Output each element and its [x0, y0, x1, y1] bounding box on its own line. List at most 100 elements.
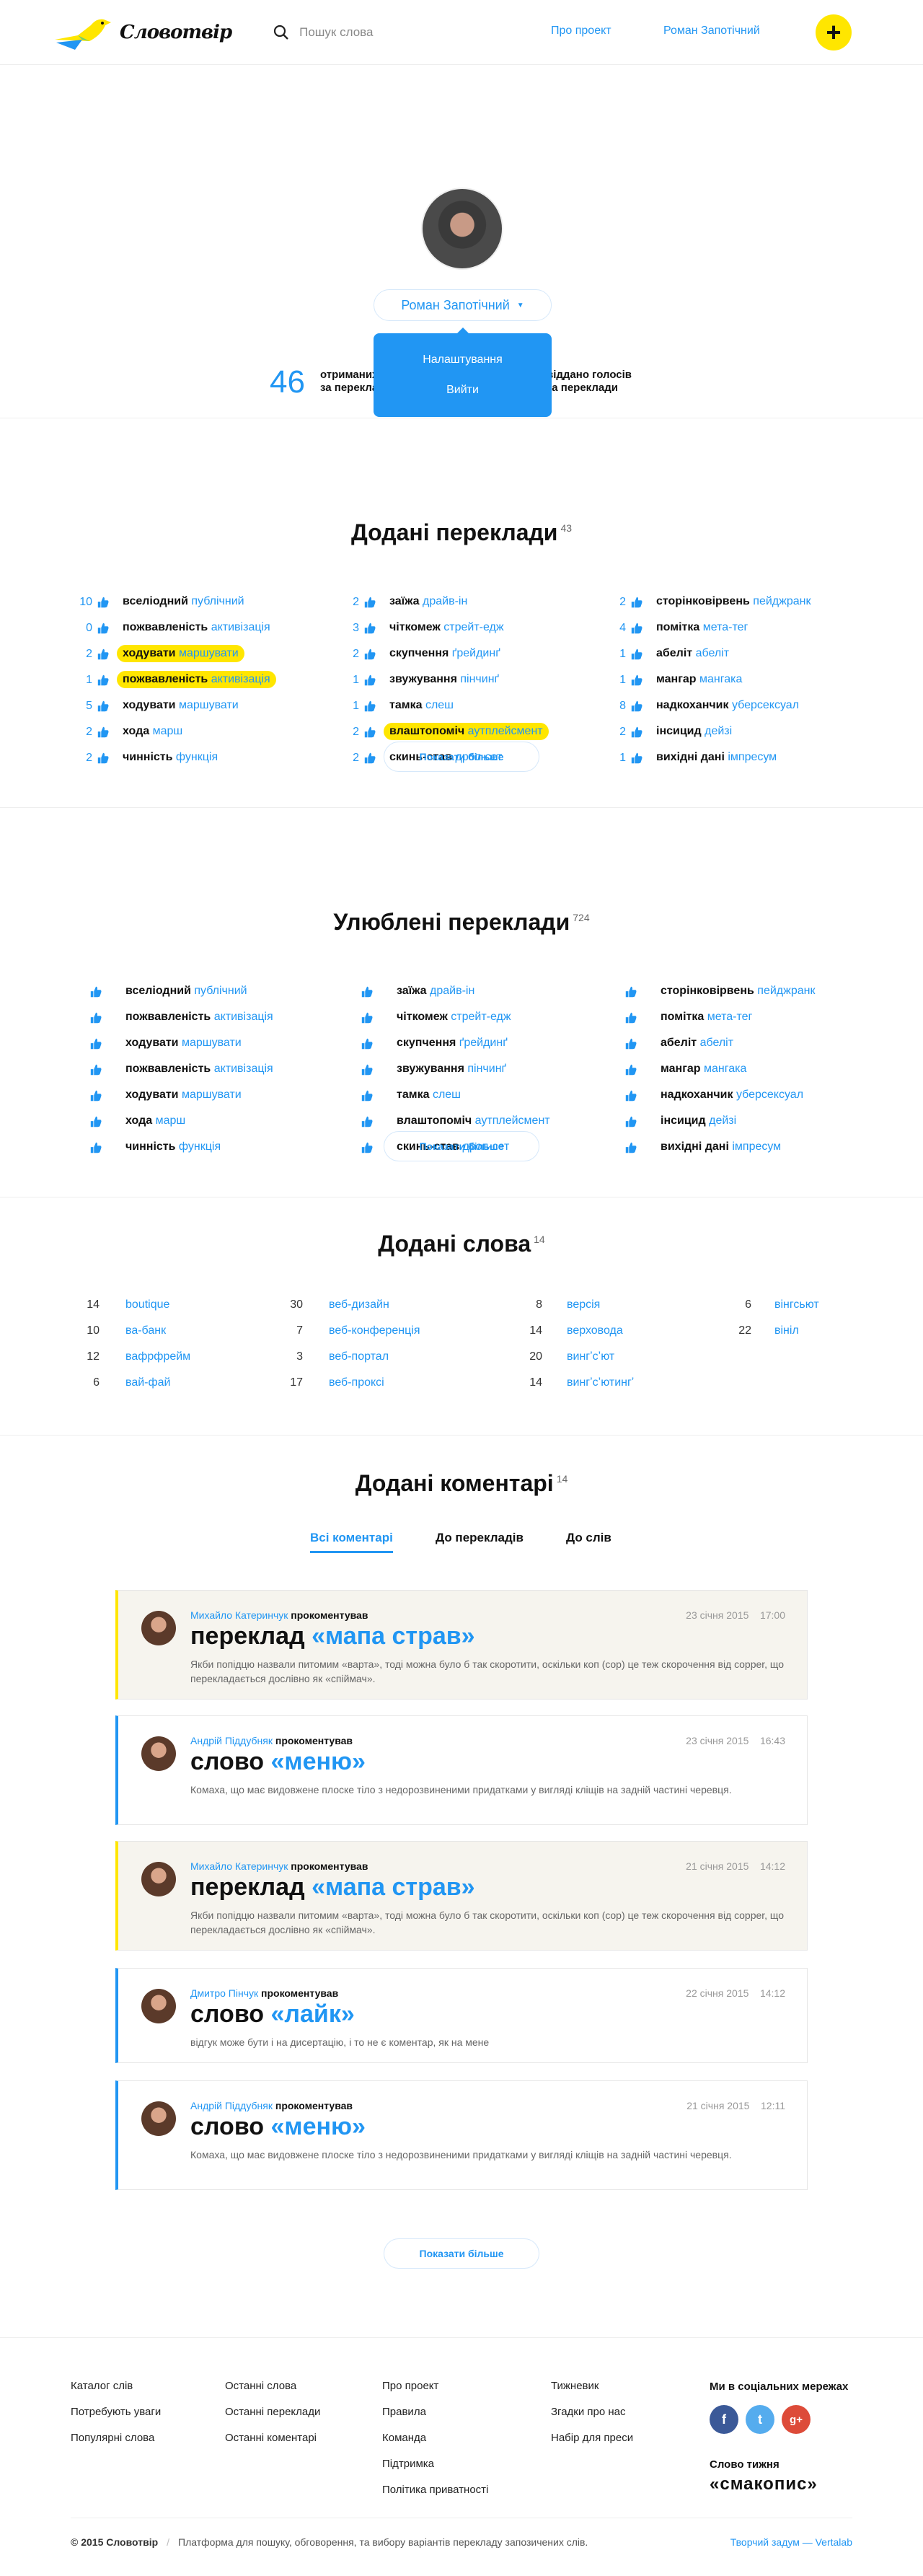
translation-pair[interactable]: ходувати маршувати — [120, 1034, 247, 1052]
thumb-up-icon[interactable] — [363, 622, 376, 635]
user-dropdown-button[interactable]: Роман Запотічний ▼ — [374, 289, 552, 321]
thumb-up-icon[interactable] — [630, 622, 643, 635]
show-more-button[interactable]: Показати більше — [384, 742, 539, 772]
thumb-up-icon[interactable] — [89, 1011, 102, 1024]
show-more-comments-button[interactable]: Показати більше — [384, 2238, 539, 2269]
comment-card[interactable]: Михайло Катеринчук прокоментував 23 січн… — [115, 1590, 808, 1700]
translation-pair[interactable]: звужування пінчинґ — [391, 1060, 512, 1078]
footer-link[interactable]: Каталог слів — [71, 2373, 161, 2399]
nav-user[interactable]: Роман Запотічний — [663, 25, 760, 38]
translation-pair[interactable]: сторінковірвень пейджранк — [655, 983, 821, 1000]
translation-pair[interactable]: ходувати маршувати — [120, 1086, 247, 1104]
footer-link[interactable]: Останні переклади — [225, 2399, 320, 2425]
translation-pair[interactable]: влаштопоміч аутплейсмент — [391, 1112, 556, 1130]
word-link[interactable]: вингʼсʼютингʼ — [567, 1376, 634, 1389]
thumb-up-icon[interactable] — [630, 596, 643, 609]
comment-card[interactable]: Дмитро Пінчук прокоментував 22 січня 201… — [115, 1968, 808, 2063]
thumb-up-icon[interactable] — [89, 1037, 102, 1050]
thumb-up-icon[interactable] — [624, 985, 637, 998]
search-input[interactable] — [299, 25, 487, 40]
thumb-up-icon[interactable] — [89, 1063, 102, 1076]
author-link[interactable]: Андрій Піддубняк — [190, 2100, 273, 2111]
footer-link[interactable]: Правила — [382, 2399, 488, 2425]
translation-pair[interactable]: вселіодний публічний — [120, 983, 253, 1000]
word-link[interactable]: веб-дизайн — [329, 1298, 389, 1311]
comment-subject[interactable]: слово «меню» — [190, 1748, 366, 1776]
thumb-up-icon[interactable] — [363, 674, 376, 687]
thumb-up-icon[interactable] — [363, 648, 376, 661]
menu-logout[interactable]: Вийти — [374, 384, 552, 397]
translation-pair[interactable]: пожвавленість активізація — [117, 619, 276, 636]
thumb-up-icon[interactable] — [97, 622, 110, 635]
word-link[interactable]: вафрфрейм — [125, 1350, 190, 1363]
footer-link[interactable]: Політика приватності — [382, 2477, 488, 2503]
thumb-up-icon[interactable] — [97, 648, 110, 661]
word-link[interactable]: верховода — [567, 1324, 623, 1337]
thumb-up-icon[interactable] — [624, 1063, 637, 1076]
thumb-up-icon[interactable] — [89, 985, 102, 998]
footer-link[interactable]: Про проект — [382, 2373, 488, 2399]
nav-about[interactable]: Про проект — [551, 25, 611, 38]
footer-link[interactable]: Останні слова — [225, 2373, 320, 2399]
translation-pair[interactable]: ходувати маршувати — [117, 645, 244, 662]
translation-pair[interactable]: чіткомеж стрейт-едж — [384, 619, 510, 636]
thumb-up-icon[interactable] — [363, 596, 376, 609]
thumb-up-icon[interactable] — [363, 700, 376, 713]
thumb-up-icon[interactable] — [630, 674, 643, 687]
thumb-up-icon[interactable] — [97, 674, 110, 687]
thumb-up-icon[interactable] — [630, 700, 643, 713]
thumb-up-icon[interactable] — [361, 985, 374, 998]
translation-pair[interactable]: сторінковірвень пейджранк — [650, 593, 816, 610]
word-link[interactable]: вай-фай — [125, 1376, 170, 1389]
translation-pair[interactable]: ходувати маршувати — [117, 697, 244, 714]
thumb-up-icon[interactable] — [630, 752, 643, 765]
translation-pair[interactable]: тамка слеш — [391, 1086, 467, 1104]
facebook-icon[interactable]: f — [710, 2405, 738, 2434]
translation-pair[interactable]: мангар мангака — [650, 671, 748, 688]
menu-settings[interactable]: Налаштування — [374, 353, 552, 366]
tab-word-comments[interactable]: До слів — [566, 1531, 611, 1551]
thumb-up-icon[interactable] — [624, 1141, 637, 1154]
translation-pair[interactable]: помітка мета-тег — [655, 1008, 758, 1026]
thumb-up-icon[interactable] — [361, 1063, 374, 1076]
twitter-icon[interactable]: t — [746, 2405, 774, 2434]
comment-card[interactable]: Михайло Катеринчук прокоментував 21 січн… — [115, 1841, 808, 1951]
comment-card[interactable]: Андрій Піддубняк прокоментував 23 січня … — [115, 1715, 808, 1825]
thumb-up-icon[interactable] — [624, 1115, 637, 1128]
word-link[interactable]: вінгсьют — [774, 1298, 819, 1311]
thumb-up-icon[interactable] — [630, 648, 643, 661]
translation-pair[interactable]: надкоханчик уберсексуал — [650, 697, 805, 714]
translation-pair[interactable]: чіткомеж стрейт-едж — [391, 1008, 517, 1026]
thumb-up-icon[interactable] — [97, 700, 110, 713]
google-plus-icon[interactable]: g+ — [782, 2405, 811, 2434]
thumb-up-icon[interactable] — [97, 752, 110, 765]
translation-pair[interactable]: заїжа драйв-ін — [384, 593, 473, 610]
thumb-up-icon[interactable] — [97, 596, 110, 609]
thumb-up-icon[interactable] — [624, 1011, 637, 1024]
thumb-up-icon[interactable] — [89, 1141, 102, 1154]
translation-pair[interactable]: мангар мангака — [655, 1060, 752, 1078]
footer-link[interactable]: Команда — [382, 2425, 488, 2451]
translation-pair[interactable]: чинність функція — [117, 749, 224, 766]
translation-pair[interactable]: абеліт абеліт — [650, 645, 735, 662]
footer-link[interactable]: Згадки про нас — [551, 2399, 633, 2425]
word-week[interactable]: «смакопис» — [710, 2474, 818, 2494]
word-link[interactable]: вингʼсʼют — [567, 1350, 614, 1363]
comment-subject[interactable]: переклад «мапа страв» — [190, 1622, 475, 1650]
thumb-up-icon[interactable] — [89, 1089, 102, 1102]
author-link[interactable]: Андрій Піддубняк — [190, 1735, 273, 1746]
translation-pair[interactable]: інсицид дейзі — [655, 1112, 742, 1130]
thumb-up-icon[interactable] — [361, 1037, 374, 1050]
thumb-up-icon[interactable] — [361, 1011, 374, 1024]
translation-pair[interactable]: хода марш — [117, 723, 188, 740]
thumb-up-icon[interactable] — [630, 726, 643, 739]
tab-translation-comments[interactable]: До перекладів — [436, 1531, 524, 1551]
made-by-link[interactable]: Творчий задум — Vertalab — [730, 2536, 852, 2548]
translation-pair[interactable]: інсицид дейзі — [650, 723, 738, 740]
word-link[interactable]: веб-портал — [329, 1350, 389, 1363]
comment-subject[interactable]: слово «лайк» — [190, 2000, 355, 2028]
word-link[interactable]: версія — [567, 1298, 600, 1311]
footer-link[interactable]: Потребують уваги — [71, 2399, 161, 2425]
translation-pair[interactable]: вихідні дані імпресум — [655, 1138, 787, 1156]
translation-pair[interactable]: скупчення ґрейдинґ — [384, 645, 506, 662]
